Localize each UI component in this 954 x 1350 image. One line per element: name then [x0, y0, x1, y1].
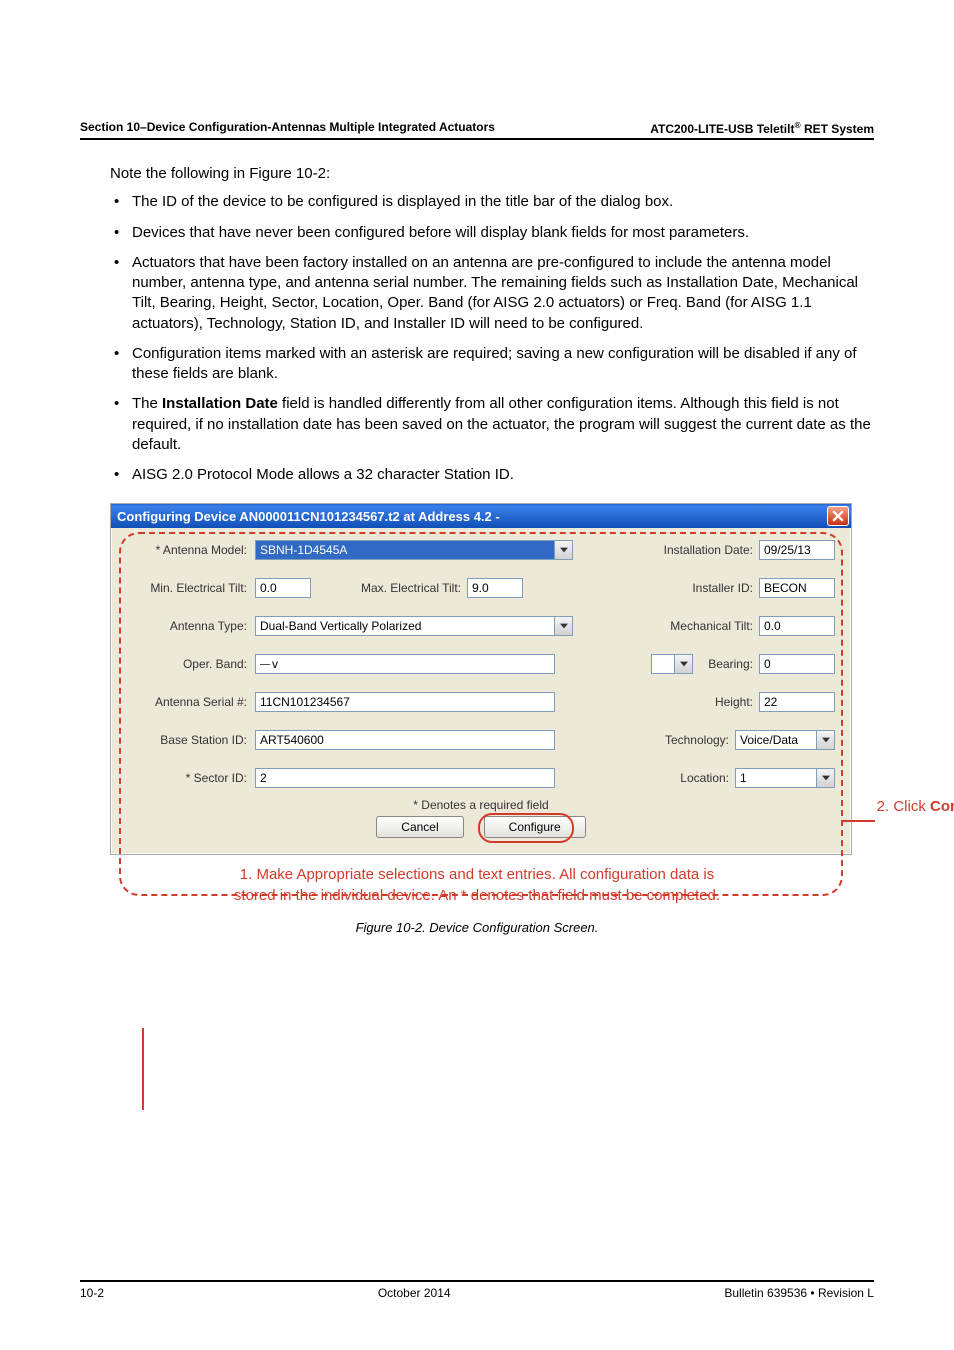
figure-caption: Figure 10-2. Device Configuration Screen… — [80, 920, 874, 935]
intro-line: Note the following in Figure 10-2: — [110, 164, 874, 184]
config-dialog: Configuring Device AN000011CN101234567.t… — [110, 503, 852, 855]
footer-center: October 2014 — [378, 1286, 451, 1300]
footer-right: Bulletin 639536 • Revision L — [724, 1286, 874, 1300]
bullet-item: Configuration items marked with an aster… — [110, 344, 874, 385]
bullet-list: The ID of the device to be configured is… — [110, 192, 874, 485]
leader-line — [841, 820, 875, 822]
body-text: Note the following in Figure 10-2: The I… — [110, 164, 874, 485]
bullet-item: Devices that have never been configured … — [110, 223, 874, 243]
bullet-item: AISG 2.0 Protocol Mode allows a 32 chara… — [110, 465, 874, 485]
highlight-dash-box — [119, 532, 843, 896]
callout-2: 2. Click Configure. — [877, 798, 954, 815]
header-left: Section 10–Device Configuration-Antennas… — [80, 120, 495, 136]
bullet-item: The ID of the device to be configured is… — [110, 192, 874, 212]
dialog-titlebar: Configuring Device AN000011CN101234567.t… — [111, 504, 851, 528]
leader-line-1 — [142, 1028, 144, 1110]
footer-left: 10-2 — [80, 1286, 104, 1300]
dialog-title: Configuring Device AN000011CN101234567.t… — [117, 509, 500, 524]
close-icon — [832, 510, 844, 522]
configure-button[interactable]: Configure — [484, 816, 586, 838]
section-header: Section 10–Device Configuration-Antennas… — [80, 120, 874, 140]
page-footer: 10-2 October 2014 Bulletin 639536 • Revi… — [80, 1280, 874, 1300]
close-button[interactable] — [827, 506, 849, 526]
header-right: ATC200-LITE-USB Teletilt® RET System — [650, 120, 874, 136]
bullet-item: The Installation Date field is handled d… — [110, 394, 874, 455]
bullet-item: Actuators that have been factory install… — [110, 253, 874, 334]
oper-band-field[interactable]: v — [255, 654, 555, 674]
cancel-button[interactable]: Cancel — [376, 816, 463, 838]
